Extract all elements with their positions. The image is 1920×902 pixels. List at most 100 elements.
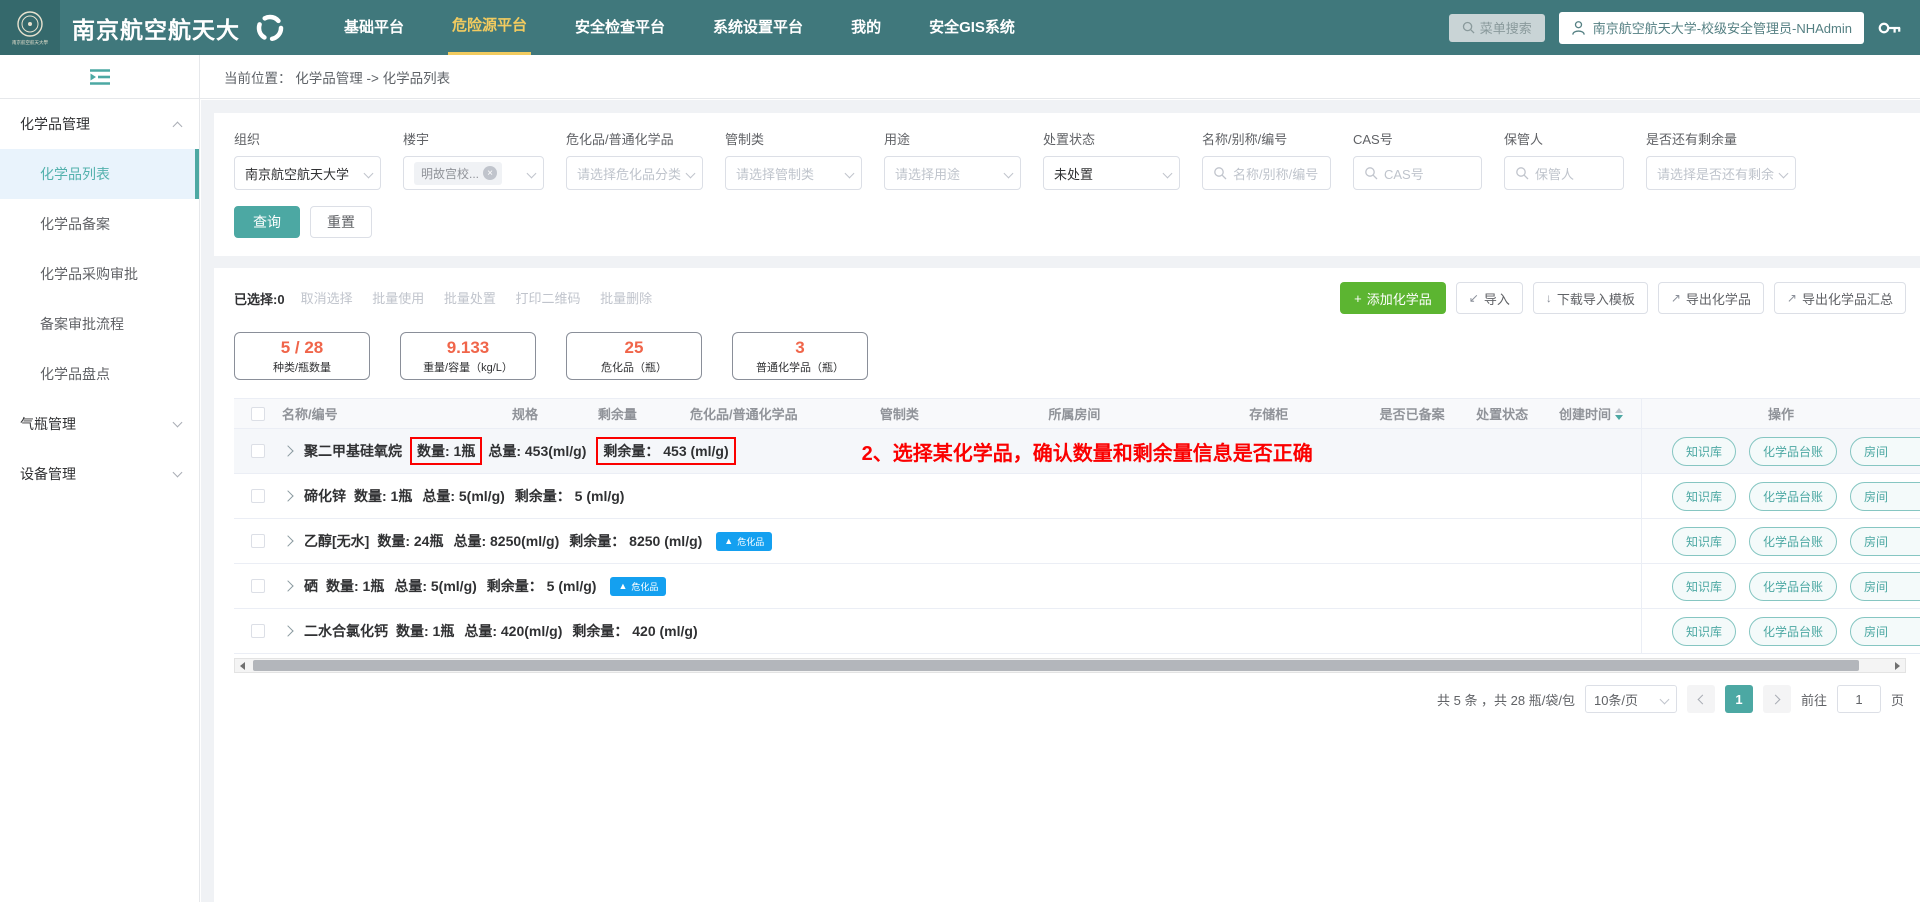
platform-tab[interactable]: 基础平台 (340, 0, 408, 55)
chemical-ledger-button[interactable]: 化学品台账 (1749, 437, 1837, 466)
sidebar-item[interactable]: 化学品备案 (0, 199, 199, 249)
add-chemical-button[interactable]: + 添加化学品 (1340, 282, 1446, 314)
header-strip: 当前位置： 化学品管理 -> 化学品列表 (0, 55, 1920, 99)
row-checkbox[interactable] (251, 444, 265, 458)
menu-search-box[interactable]: 菜单搜索 (1449, 14, 1545, 42)
row-summary: 聚二甲基硅氧烷 数量: 1瓶 总量: 453(ml/g) 剩余量： 453 (m… (282, 437, 1641, 466)
key-icon[interactable] (1878, 19, 1902, 37)
batch-action-link[interactable]: 批量处置 (444, 291, 500, 306)
room-button[interactable]: 房间 (1850, 482, 1920, 511)
table-row[interactable]: 聚二甲基硅氧烷 数量: 1瓶 总量: 453(ml/g) 剩余量： 453 (m… (234, 429, 1920, 474)
chemical-ledger-button[interactable]: 化学品台账 (1749, 572, 1837, 601)
room-button[interactable]: 房间 (1850, 437, 1920, 466)
filter-control[interactable]: × 请选择危化品分类 (566, 156, 703, 190)
platform-tab-label: 我的 (851, 19, 881, 36)
platform-tab[interactable]: 安全检查平台 (571, 0, 669, 55)
download-template-button[interactable]: ↓ 下载导入模板 (1533, 282, 1648, 314)
sidebar-item[interactable]: 化学品盘点 (0, 349, 199, 399)
select-all-checkbox[interactable] (251, 407, 265, 421)
filter-control[interactable]: × 请选择用途 (884, 156, 1021, 190)
room-button[interactable]: 房间 (1850, 572, 1920, 601)
current-page-button[interactable]: 1 (1725, 685, 1753, 713)
batch-action-link[interactable]: 打印二维码 (515, 291, 584, 306)
next-page-button[interactable] (1763, 685, 1791, 713)
row-checkbox[interactable] (251, 489, 265, 503)
user-account-button[interactable]: 南京航空航天大学-校级安全管理员-NHAdmin (1559, 12, 1864, 44)
platform-tab[interactable]: 我的 (847, 0, 885, 55)
collapse-sidebar-icon[interactable] (89, 68, 111, 86)
knowledge-base-button[interactable]: 知识库 (1672, 572, 1736, 601)
filter-placeholder: 请选择是否还有剩余 (1657, 164, 1774, 183)
user-name-label: 南京航空航天大学-校级安全管理员-NHAdmin (1593, 18, 1852, 37)
expand-row-icon[interactable] (282, 445, 293, 456)
export-chemicals-button[interactable]: ↗ 导出化学品 (1658, 282, 1764, 314)
batch-action-link[interactable]: 取消选择 (301, 291, 357, 306)
knowledge-base-button[interactable]: 知识库 (1672, 527, 1736, 556)
prev-page-button[interactable] (1687, 685, 1715, 713)
expand-row-icon[interactable] (282, 490, 293, 501)
scroll-left-arrow[interactable] (235, 659, 250, 672)
col-status-header: 处置状态 (1463, 404, 1541, 423)
knowledge-base-button[interactable]: 知识库 (1672, 482, 1736, 511)
chemicals-table: 名称/编号 规格 剩余量 危化品/普通化学品 管制类 所属房间 存储柜 是否已备… (234, 398, 1920, 654)
expand-row-icon[interactable] (282, 625, 293, 636)
page-size-select[interactable]: 10条/页 (1585, 685, 1677, 713)
horizontal-scrollbar[interactable] (234, 658, 1906, 673)
filter-control[interactable]: × 名称/别称/编号 (1202, 156, 1331, 190)
filter-control[interactable]: × 请选择管制类 (725, 156, 862, 190)
table-row[interactable]: 硒 数量: 1瓶 总量: 5(ml/g) 剩余量： 5 (ml/g) ▲ 危化品 (234, 564, 1920, 609)
filter-label: 处置状态 (1043, 129, 1180, 148)
col-created-header[interactable]: 创建时间 (1541, 404, 1641, 423)
sidebar-item-label: 化学品备案 (40, 214, 110, 234)
table-row[interactable]: 乙醇[无水] 数量: 24瓶 总量: 8250(ml/g) 剩余量： 8250 … (234, 519, 1920, 564)
search-icon (1462, 21, 1475, 34)
row-checkbox[interactable] (251, 624, 265, 638)
goto-page-input[interactable] (1837, 685, 1881, 713)
platform-tab[interactable]: 危险源平台 (448, 0, 531, 55)
table-row[interactable]: 碲化锌 数量: 1瓶 总量: 5(ml/g) 剩余量： 5 (ml/g) ▲ (234, 474, 1920, 519)
chemical-ledger-button[interactable]: 化学品台账 (1749, 527, 1837, 556)
sidebar-item[interactable]: 化学品列表 (0, 149, 199, 199)
sidebar-group-chemicals[interactable]: 化学品管理 (0, 99, 199, 149)
table-row[interactable]: 二水合氯化钙 数量: 1瓶 总量: 420(ml/g) 剩余量： 420 (ml… (234, 609, 1920, 654)
reset-button[interactable]: 重置 (310, 206, 372, 238)
chemical-ledger-button[interactable]: 化学品台账 (1749, 482, 1837, 511)
filter-placeholder: 请选择用途 (895, 164, 999, 183)
batch-action-link[interactable]: 批量使用 (372, 291, 428, 306)
stat-label: 普通化学品（瓶） (756, 359, 844, 375)
filter-control[interactable]: 明故宫校... × (403, 156, 544, 190)
row-checkbox[interactable] (251, 579, 265, 593)
filter-control[interactable]: × 请选择是否还有剩余 (1646, 156, 1796, 190)
scroll-right-arrow[interactable] (1890, 659, 1905, 672)
expand-row-icon[interactable] (282, 580, 293, 591)
knowledge-base-button[interactable]: 知识库 (1672, 617, 1736, 646)
user-icon (1571, 20, 1586, 36)
filter-control[interactable]: × CAS号 (1353, 156, 1482, 190)
scrollbar-thumb[interactable] (253, 660, 1859, 671)
import-button[interactable]: ↙ 导入 (1456, 282, 1523, 314)
export-summary-button[interactable]: ↗ 导出化学品汇总 (1774, 282, 1906, 314)
row-checkbox[interactable] (251, 534, 265, 548)
stat-label: 危化品（瓶） (601, 359, 667, 375)
batch-action-link[interactable]: 批量删除 (600, 291, 652, 306)
query-button[interactable]: 查询 (234, 206, 300, 238)
sidebar-item[interactable]: 备案审批流程 (0, 299, 199, 349)
platform-tab[interactable]: 系统设置平台 (709, 0, 807, 55)
sort-icon[interactable] (1615, 408, 1623, 420)
filter-control[interactable]: × 未处置 (1043, 156, 1180, 190)
list-panel: 已选择:0 取消选择 批量使用 批量处置 打印二维 (214, 268, 1920, 902)
filter-control[interactable]: × 保管人 (1504, 156, 1624, 190)
remove-tag-icon[interactable]: × (483, 166, 497, 180)
room-button[interactable]: 房间 (1850, 527, 1920, 556)
platform-tab[interactable]: 安全GIS系统 (925, 0, 1019, 55)
sidebar-item[interactable]: 化学品采购审批 (0, 249, 199, 299)
filter-control[interactable]: × 南京航空航天大学 (234, 156, 381, 190)
col-type-header: 危化品/普通化学品 (661, 404, 826, 423)
hazard-badge-label: 危化品 (737, 535, 764, 548)
expand-row-icon[interactable] (282, 535, 293, 546)
sidebar-group-gas-cylinders[interactable]: 气瓶管理 (0, 399, 199, 449)
sidebar-group-equipment[interactable]: 设备管理 (0, 449, 199, 499)
knowledge-base-button[interactable]: 知识库 (1672, 437, 1736, 466)
chemical-ledger-button[interactable]: 化学品台账 (1749, 617, 1837, 646)
room-button[interactable]: 房间 (1850, 617, 1920, 646)
